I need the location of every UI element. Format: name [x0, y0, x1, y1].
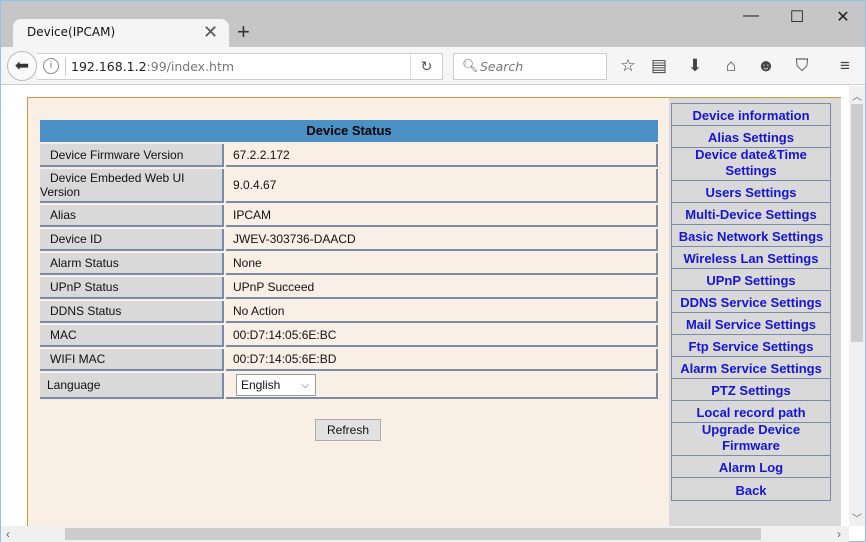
status-label: Device Embeded Web UI Version: [40, 169, 224, 203]
close-tab-icon[interactable]: ✕: [203, 22, 218, 43]
url-bar[interactable]: i 192.168.1.2:99/index.htm ↻: [37, 53, 443, 80]
search-input[interactable]: 🔍︎ Search: [453, 53, 607, 80]
language-label: Language: [40, 373, 224, 399]
status-label: DDNS Status: [40, 301, 224, 323]
tab-device[interactable]: Device(IPCAM) ✕: [13, 19, 229, 47]
url-path: :99/index.htm: [146, 59, 235, 74]
status-row: UPnP Status UPnP Succeed: [40, 277, 658, 299]
menu-item-device-information[interactable]: Device information: [672, 104, 830, 126]
status-value: 67.2.2.172: [226, 144, 658, 167]
status-label: UPnP Status: [40, 277, 224, 299]
language-cell: English ⌵: [226, 373, 658, 399]
status-label: Alarm Status: [40, 253, 224, 275]
status-row: Alias IPCAM: [40, 205, 658, 227]
url-separator: [65, 57, 66, 76]
menu-item-date-time-settings[interactable]: Device date&Time Settings: [672, 147, 830, 181]
status-value: No Action: [226, 301, 658, 323]
status-row: DDNS Status No Action: [40, 301, 658, 323]
home-icon[interactable]: ⌂: [720, 55, 742, 77]
menu-item-upgrade-firmware[interactable]: Upgrade Device Firmware: [672, 422, 830, 456]
vertical-scrollbar[interactable]: ︿ ﹀: [849, 86, 865, 526]
menu-item-ftp-service-settings[interactable]: Ftp Service Settings: [672, 335, 830, 357]
menu-item-back[interactable]: Back: [672, 478, 830, 500]
menu-item-basic-network-settings[interactable]: Basic Network Settings: [672, 225, 830, 247]
status-row: WIFI MAC 00:D7:14:05:6E:BD: [40, 349, 658, 371]
status-value: JWEV-303736-DAACD: [226, 229, 658, 251]
info-icon[interactable]: i: [43, 58, 59, 74]
settings-menu: Device information Alias Settings Device…: [671, 103, 831, 501]
new-tab-icon[interactable]: +: [237, 19, 250, 45]
back-icon[interactable]: ⬅: [7, 51, 37, 81]
status-value: UPnP Succeed: [226, 277, 658, 299]
close-window-icon[interactable]: ✕: [833, 7, 853, 27]
menu-item-mail-service-settings[interactable]: Mail Service Settings: [672, 313, 830, 335]
status-row: Device Firmware Version 67.2.2.172: [40, 144, 658, 167]
status-row: Device Embeded Web UI Version 9.0.4.67: [40, 169, 658, 203]
url-host: 192.168.1.2: [71, 59, 147, 74]
status-value: IPCAM: [226, 205, 658, 227]
url-text[interactable]: 192.168.1.2:99/index.htm: [71, 59, 234, 74]
status-label: Device ID: [40, 229, 224, 251]
menu-item-ptz-settings[interactable]: PTZ Settings: [672, 379, 830, 401]
hello-chat-icon[interactable]: ☻: [755, 55, 777, 77]
vertical-scroll-thumb[interactable]: [851, 104, 863, 342]
scroll-down-icon[interactable]: ﹀: [852, 510, 862, 525]
search-icon: 🔍︎: [462, 58, 479, 73]
device-status-table: Device Status Device Firmware Version 67…: [40, 120, 658, 399]
language-selected: English: [241, 378, 281, 392]
bookmark-star-icon[interactable]: ☆: [617, 55, 639, 77]
status-label: Device Firmware Version: [40, 144, 224, 167]
status-value: 00:D7:14:05:6E:BC: [226, 325, 658, 347]
minimize-icon[interactable]: —: [741, 7, 761, 25]
status-label: WIFI MAC: [40, 349, 224, 371]
download-icon[interactable]: ⬇: [684, 55, 706, 77]
reload-icon[interactable]: ↻: [410, 54, 442, 79]
reading-list-icon[interactable]: ▤: [648, 55, 670, 77]
language-select[interactable]: English ⌵: [236, 374, 316, 396]
menu-item-wireless-lan-settings[interactable]: Wireless Lan Settings: [672, 247, 830, 269]
status-value: 00:D7:14:05:6E:BD: [226, 349, 658, 371]
menu-item-local-record-path[interactable]: Local record path: [672, 401, 830, 423]
page-frame: Device Status Device Firmware Version 67…: [27, 97, 841, 526]
browser-window: Device(IPCAM) ✕ + — ☐ ✕ ⬅ i 192.168.1.2:…: [0, 0, 866, 542]
nav-toolbar: ⬅ i 192.168.1.2:99/index.htm ↻ 🔍︎ Search…: [1, 47, 865, 85]
scroll-up-icon[interactable]: ︿: [852, 88, 862, 103]
status-label-text: Device Embeded Web UI Version: [40, 171, 185, 199]
horizontal-scroll-thumb[interactable]: [65, 528, 761, 540]
menu-item-users-settings[interactable]: Users Settings: [672, 181, 830, 203]
maximize-icon[interactable]: ☐: [787, 7, 807, 27]
menu-hamburger-icon[interactable]: ≡: [834, 55, 856, 77]
status-value: 9.0.4.67: [226, 169, 658, 203]
status-row: Device ID JWEV-303736-DAACD: [40, 229, 658, 251]
tab-title: Device(IPCAM): [27, 25, 116, 39]
menu-item-alarm-log[interactable]: Alarm Log: [672, 456, 830, 478]
menu-item-alarm-service-settings[interactable]: Alarm Service Settings: [672, 357, 830, 379]
menu-item-ddns-service-settings[interactable]: DDNS Service Settings: [672, 291, 830, 313]
chevron-down-icon: ⌵: [301, 379, 309, 391]
status-row: Alarm Status None: [40, 253, 658, 275]
page-viewport: Device Status Device Firmware Version 67…: [1, 86, 849, 526]
title-bar: Device(IPCAM) ✕ + — ☐ ✕: [1, 1, 865, 47]
horizontal-scrollbar[interactable]: ‹ ›: [1, 526, 849, 542]
status-label: MAC: [40, 325, 224, 347]
status-row: MAC 00:D7:14:05:6E:BC: [40, 325, 658, 347]
pocket-icon[interactable]: ⛉: [791, 55, 813, 77]
scroll-right-icon[interactable]: ›: [837, 527, 841, 541]
language-row: Language English ⌵: [40, 373, 658, 399]
menu-item-multi-device-settings[interactable]: Multi-Device Settings: [672, 203, 830, 225]
settings-sidebar: Device information Alias Settings Device…: [669, 98, 841, 526]
scroll-left-icon[interactable]: ‹: [6, 527, 10, 541]
refresh-button[interactable]: Refresh: [315, 419, 381, 441]
status-value: None: [226, 253, 658, 275]
search-placeholder: Search: [480, 59, 524, 74]
status-label: Alias: [40, 205, 224, 227]
menu-item-upnp-settings[interactable]: UPnP Settings: [672, 269, 830, 291]
device-status-header: Device Status: [40, 120, 658, 142]
menu-item-alias-settings[interactable]: Alias Settings: [672, 126, 830, 148]
